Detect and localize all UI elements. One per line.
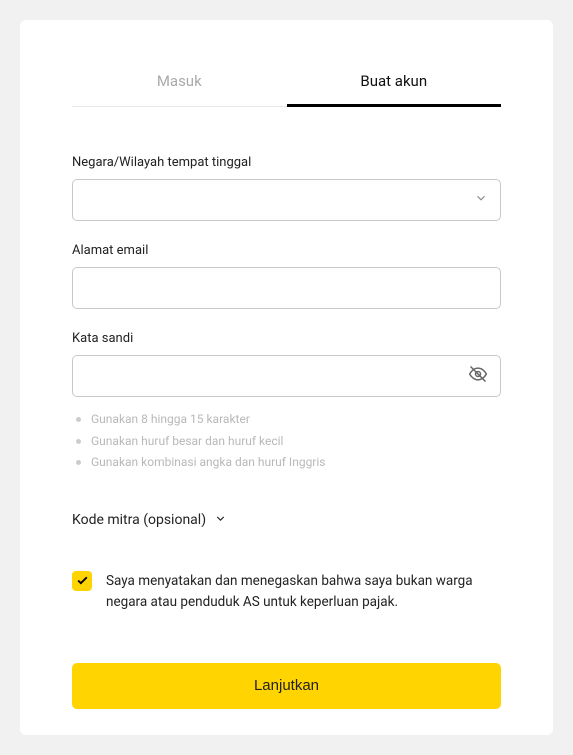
password-hints: Gunakan 8 hingga 15 karakter Gunakan hur…	[72, 409, 501, 474]
eye-off-icon[interactable]	[468, 364, 488, 388]
country-label: Negara/Wilayah tempat tinggal	[72, 155, 501, 170]
password-hint: Gunakan huruf besar dan huruf kecil	[76, 431, 501, 453]
declaration-text: Saya menyatakan dan menegaskan bahwa say…	[106, 571, 501, 613]
password-hint: Gunakan 8 hingga 15 karakter	[76, 409, 501, 431]
declaration-checkbox[interactable]	[72, 571, 92, 591]
password-label: Kata sandi	[72, 331, 501, 346]
partner-code-toggle[interactable]: Kode mitra (opsional)	[72, 512, 501, 529]
password-input-wrapper	[72, 355, 501, 397]
check-icon	[76, 574, 89, 587]
auth-tabs: Masuk Buat akun	[72, 72, 501, 107]
email-field-group: Alamat email	[72, 243, 501, 309]
declaration-row: Saya menyatakan dan menegaskan bahwa say…	[72, 571, 501, 613]
email-field[interactable]	[72, 267, 501, 309]
continue-button[interactable]: Lanjutkan	[72, 663, 501, 709]
tab-signin[interactable]: Masuk	[72, 72, 287, 107]
bullet-icon	[76, 439, 81, 444]
country-select[interactable]	[72, 179, 501, 221]
bullet-icon	[76, 460, 81, 465]
chevron-down-icon	[214, 512, 227, 529]
tab-signup[interactable]: Buat akun	[287, 72, 502, 107]
chevron-down-icon	[474, 191, 488, 209]
password-hint: Gunakan kombinasi angka dan huruf Inggri…	[76, 452, 501, 474]
password-field[interactable]	[85, 356, 460, 396]
signup-card: Masuk Buat akun Negara/Wilayah tempat ti…	[20, 20, 553, 735]
bullet-icon	[76, 417, 81, 422]
email-label: Alamat email	[72, 243, 501, 258]
partner-code-label: Kode mitra (opsional)	[72, 512, 206, 528]
password-field-group: Kata sandi Gunakan 8 hingga 15 karakter …	[72, 331, 501, 474]
country-field-group: Negara/Wilayah tempat tinggal	[72, 155, 501, 221]
